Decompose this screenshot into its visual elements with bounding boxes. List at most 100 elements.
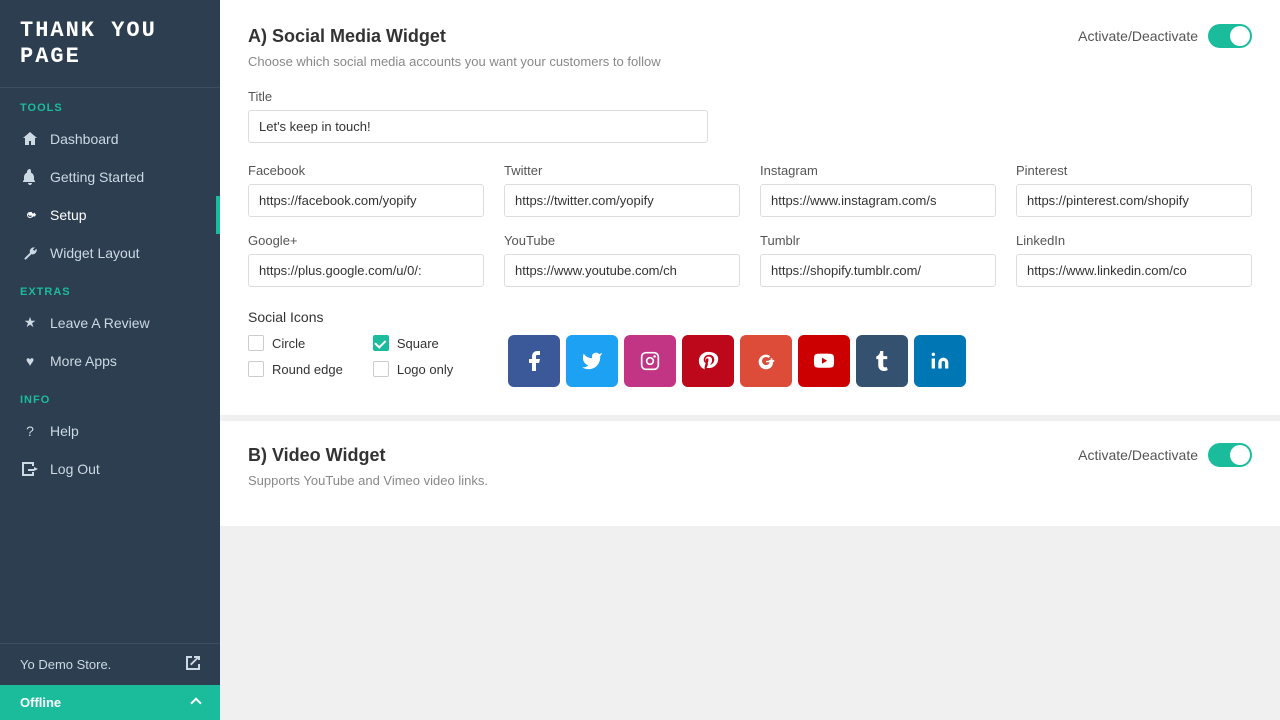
more-apps-label: More Apps bbox=[50, 353, 117, 369]
help-label: Help bbox=[50, 423, 79, 439]
store-name: Yo Demo Store. bbox=[20, 657, 111, 672]
sidebar-item-widget-layout[interactable]: Widget Layout bbox=[0, 234, 220, 272]
sidebar-item-setup[interactable]: Setup bbox=[0, 196, 220, 234]
sidebar: THANK YOU PAGE Tools Dashboard Getting S… bbox=[0, 0, 220, 720]
main-content: A) Social Media Widget Activate/Deactiva… bbox=[220, 0, 1280, 720]
app-title: THANK YOU PAGE bbox=[20, 18, 200, 71]
social-widget-header: A) Social Media Widget Activate/Deactiva… bbox=[248, 24, 1252, 48]
googleplus-field: Google+ bbox=[248, 233, 484, 287]
title-field-container: Title bbox=[248, 89, 708, 143]
sidebar-item-leave-review[interactable]: ★ Leave A Review bbox=[0, 304, 220, 342]
twitter-field: Twitter bbox=[504, 163, 740, 217]
social-activate-label: Activate/Deactivate bbox=[1078, 28, 1198, 44]
pinterest-input[interactable] bbox=[1016, 184, 1252, 217]
instagram-field: Instagram bbox=[760, 163, 996, 217]
googleplus-label: Google+ bbox=[248, 233, 484, 248]
social-icons-section: Social Icons Circle Square Round edge bbox=[248, 309, 1252, 387]
question-icon: ? bbox=[20, 421, 40, 441]
app-logo: THANK YOU PAGE bbox=[0, 0, 220, 88]
round-edge-checkbox[interactable] bbox=[248, 361, 264, 377]
video-widget-desc: Supports YouTube and Vimeo video links. bbox=[248, 473, 1252, 488]
wrench-icon bbox=[20, 243, 40, 263]
video-widget-header: B) Video Widget Activate/Deactivate bbox=[248, 443, 1252, 467]
circle-option[interactable]: Circle bbox=[248, 335, 343, 351]
twitter-label: Twitter bbox=[504, 163, 740, 178]
social-activate-toggle[interactable] bbox=[1208, 24, 1252, 48]
pinterest-label: Pinterest bbox=[1016, 163, 1252, 178]
circle-checkbox[interactable] bbox=[248, 335, 264, 351]
logo-only-checkbox[interactable] bbox=[373, 361, 389, 377]
circle-label: Circle bbox=[272, 336, 305, 351]
store-bar: Yo Demo Store. bbox=[0, 643, 220, 685]
linkedin-field: LinkedIn bbox=[1016, 233, 1252, 287]
linkedin-input[interactable] bbox=[1016, 254, 1252, 287]
social-widget-title: A) Social Media Widget bbox=[248, 26, 446, 47]
sidebar-item-logout[interactable]: Log Out bbox=[0, 450, 220, 488]
social-activate-container: Activate/Deactivate bbox=[1078, 24, 1252, 48]
facebook-input[interactable] bbox=[248, 184, 484, 217]
tumblr-field: Tumblr bbox=[760, 233, 996, 287]
home-icon bbox=[20, 129, 40, 149]
heart-icon: ♥ bbox=[20, 351, 40, 371]
sidebar-item-help[interactable]: ? Help bbox=[0, 412, 220, 450]
video-activate-container: Activate/Deactivate bbox=[1078, 443, 1252, 467]
gear-icon bbox=[20, 205, 40, 225]
video-activate-label: Activate/Deactivate bbox=[1078, 447, 1198, 463]
tools-section-label: Tools bbox=[0, 88, 220, 120]
chevron-up-icon bbox=[192, 695, 200, 710]
sidebar-item-dashboard[interactable]: Dashboard bbox=[0, 120, 220, 158]
logout-icon bbox=[20, 459, 40, 479]
round-edge-label: Round edge bbox=[272, 362, 343, 377]
facebook-field: Facebook bbox=[248, 163, 484, 217]
social-preview-youtube[interactable] bbox=[798, 335, 850, 387]
square-option[interactable]: Square bbox=[373, 335, 468, 351]
youtube-field: YouTube bbox=[504, 233, 740, 287]
square-label: Square bbox=[397, 336, 439, 351]
offline-bar[interactable]: Offline bbox=[0, 685, 220, 720]
youtube-input[interactable] bbox=[504, 254, 740, 287]
square-checkbox[interactable] bbox=[373, 335, 389, 351]
facebook-label: Facebook bbox=[248, 163, 484, 178]
round-edge-option[interactable]: Round edge bbox=[248, 361, 343, 377]
video-activate-toggle[interactable] bbox=[1208, 443, 1252, 467]
dashboard-label: Dashboard bbox=[50, 131, 119, 147]
title-input[interactable] bbox=[248, 110, 708, 143]
logo-only-option[interactable]: Logo only bbox=[373, 361, 468, 377]
sidebar-item-getting-started[interactable]: Getting Started bbox=[0, 158, 220, 196]
social-icons-preview bbox=[508, 335, 966, 387]
instagram-label: Instagram bbox=[760, 163, 996, 178]
sidebar-item-more-apps[interactable]: ♥ More Apps bbox=[0, 342, 220, 380]
widget-layout-label: Widget Layout bbox=[50, 245, 140, 261]
youtube-label: YouTube bbox=[504, 233, 740, 248]
leave-review-label: Leave A Review bbox=[50, 315, 150, 331]
video-widget-title: B) Video Widget bbox=[248, 445, 386, 466]
instagram-input[interactable] bbox=[760, 184, 996, 217]
logo-only-label: Logo only bbox=[397, 362, 453, 377]
twitter-input[interactable] bbox=[504, 184, 740, 217]
linkedin-label: LinkedIn bbox=[1016, 233, 1252, 248]
setup-label: Setup bbox=[50, 207, 87, 223]
star-icon: ★ bbox=[20, 313, 40, 333]
social-preview-facebook[interactable] bbox=[508, 335, 560, 387]
social-url-grid: Facebook Twitter Instagram Pinterest Goo… bbox=[248, 163, 1252, 287]
social-preview-twitter[interactable] bbox=[566, 335, 618, 387]
googleplus-input[interactable] bbox=[248, 254, 484, 287]
social-preview-pinterest[interactable] bbox=[682, 335, 734, 387]
social-icons-options: Circle Square Round edge Logo only bbox=[248, 335, 1252, 387]
video-widget-card: B) Video Widget Activate/Deactivate Supp… bbox=[220, 421, 1280, 526]
title-field-label: Title bbox=[248, 89, 708, 104]
bell-icon bbox=[20, 167, 40, 187]
icon-options-grid: Circle Square Round edge Logo only bbox=[248, 335, 468, 377]
extras-section-label: Extras bbox=[0, 272, 220, 304]
social-icons-label: Social Icons bbox=[248, 309, 1252, 325]
logout-label: Log Out bbox=[50, 461, 100, 477]
external-link-icon[interactable] bbox=[186, 656, 200, 673]
tumblr-input[interactable] bbox=[760, 254, 996, 287]
pinterest-field: Pinterest bbox=[1016, 163, 1252, 217]
social-preview-googleplus[interactable] bbox=[740, 335, 792, 387]
social-preview-linkedin[interactable] bbox=[914, 335, 966, 387]
social-widget-desc: Choose which social media accounts you w… bbox=[248, 54, 1252, 69]
info-section-label: Info bbox=[0, 380, 220, 412]
social-preview-instagram[interactable] bbox=[624, 335, 676, 387]
social-preview-tumblr[interactable] bbox=[856, 335, 908, 387]
